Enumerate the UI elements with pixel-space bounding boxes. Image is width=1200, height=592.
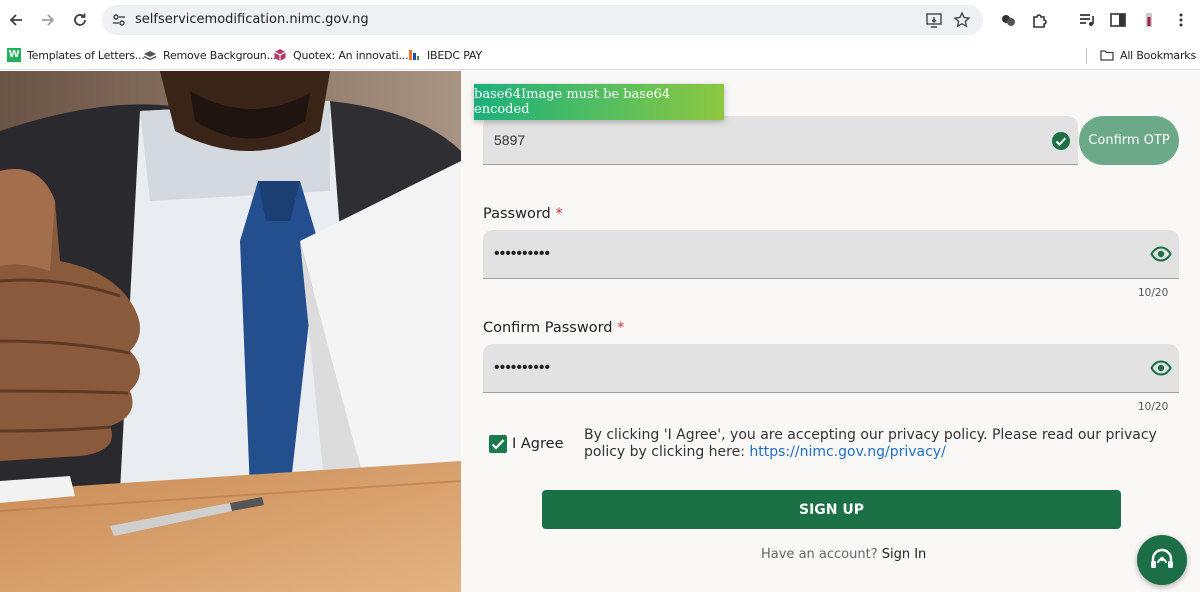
required-asterisk: * — [555, 206, 563, 222]
reload-button[interactable] — [68, 8, 92, 32]
have-account-text: Have an account? — [761, 547, 878, 562]
confirm-password-char-counter: 10/20 — [1138, 401, 1169, 413]
extensions-button[interactable] — [1030, 10, 1050, 30]
agree-checkbox[interactable] — [489, 435, 507, 453]
bookmarks-separator — [1086, 48, 1087, 64]
password-char-counter: 10/20 — [1138, 287, 1169, 299]
eye-icon[interactable] — [1150, 245, 1172, 263]
more-vert-icon — [1179, 13, 1183, 27]
layers-favicon-icon — [143, 51, 157, 61]
support-chat-button[interactable] — [1137, 535, 1187, 585]
back-button[interactable] — [4, 8, 28, 32]
bookmark-quotex[interactable]: Quotex: An innovati... — [273, 45, 409, 65]
bookmark-ibedc[interactable]: IBEDC PAY — [407, 45, 482, 65]
eye-icon[interactable] — [1150, 359, 1172, 377]
check-circle-icon — [1052, 132, 1070, 150]
profile-icon — [1146, 13, 1152, 27]
reload-icon — [74, 13, 86, 26]
confirm-password-value: •••••••••• — [494, 359, 551, 376]
agree-label[interactable]: I Agree — [512, 436, 564, 452]
profile-avatar[interactable] — [1139, 10, 1159, 30]
puzzle-icon — [1033, 14, 1047, 28]
all-bookmarks-button[interactable]: All Bookmarks — [1100, 45, 1196, 65]
otp-value: 5897 — [494, 132, 526, 148]
signup-page: base64Image must be base64 encoded 5897 … — [0, 71, 1200, 592]
have-account-row: Have an account? Sign In — [761, 547, 926, 562]
headset-support-icon — [1151, 548, 1173, 568]
site-info-icon[interactable] — [111, 12, 127, 28]
w-favicon-icon: W — [7, 48, 21, 62]
extension-dots-icon — [1002, 15, 1015, 26]
bookmarks-bar: W Templates of Letters... Remove Backgro… — [0, 40, 1200, 70]
password-field[interactable]: •••••••••• — [483, 230, 1179, 279]
privacy-policy-link[interactable]: https://nimc.gov.ng/privacy/ — [749, 444, 945, 460]
ibedc-favicon-icon — [409, 50, 419, 60]
sign-in-link[interactable]: Sign In — [882, 547, 927, 562]
privacy-policy-notice: By clicking 'I Agree', you are accepting… — [584, 427, 1164, 461]
cube-favicon-icon — [274, 49, 286, 61]
toast-message: base64Image must be base64 encoded — [474, 87, 671, 117]
side-panel-icon — [1110, 13, 1126, 27]
confirm-otp-button[interactable]: Confirm OTP — [1079, 116, 1179, 165]
confirm-password-label: Confirm Password * — [483, 320, 625, 336]
bookmark-templates[interactable]: W Templates of Letters... — [7, 45, 145, 65]
url-text[interactable]: selfservicemodification.nimc.gov.ng — [135, 12, 369, 27]
businessman-illustration — [0, 71, 461, 592]
bookmark-remove-background[interactable]: Remove Backgroun... — [143, 45, 277, 65]
chrome-menu-button[interactable] — [1171, 10, 1191, 30]
arrow-left-icon — [9, 14, 22, 26]
confirm-password-field[interactable]: •••••••••• — [483, 344, 1179, 393]
address-bar[interactable]: selfservicemodification.nimc.gov.ng — [102, 5, 983, 35]
sign-up-button[interactable]: SIGN UP — [542, 490, 1121, 529]
hero-photo — [0, 71, 461, 592]
checkmark-icon — [491, 439, 505, 450]
browser-toolbar: selfservicemodification.nimc.gov.ng — [0, 0, 1200, 40]
required-asterisk: * — [617, 320, 625, 336]
password-label: Password * — [483, 206, 563, 222]
install-app-icon[interactable] — [925, 11, 943, 29]
extension-puzzle-multi-icon[interactable] — [998, 10, 1018, 30]
bookmark-star-icon[interactable] — [953, 11, 971, 29]
arrow-right-icon — [42, 14, 55, 26]
media-control-button[interactable] — [1077, 10, 1097, 30]
folder-icon — [1100, 50, 1114, 61]
password-value: •••••••••• — [494, 245, 551, 262]
forward-button[interactable] — [36, 8, 60, 32]
side-panel-button[interactable] — [1108, 10, 1128, 30]
playlist-icon — [1080, 14, 1094, 26]
error-toast: base64Image must be base64 encoded — [474, 84, 724, 120]
otp-field[interactable]: 5897 — [483, 116, 1078, 165]
